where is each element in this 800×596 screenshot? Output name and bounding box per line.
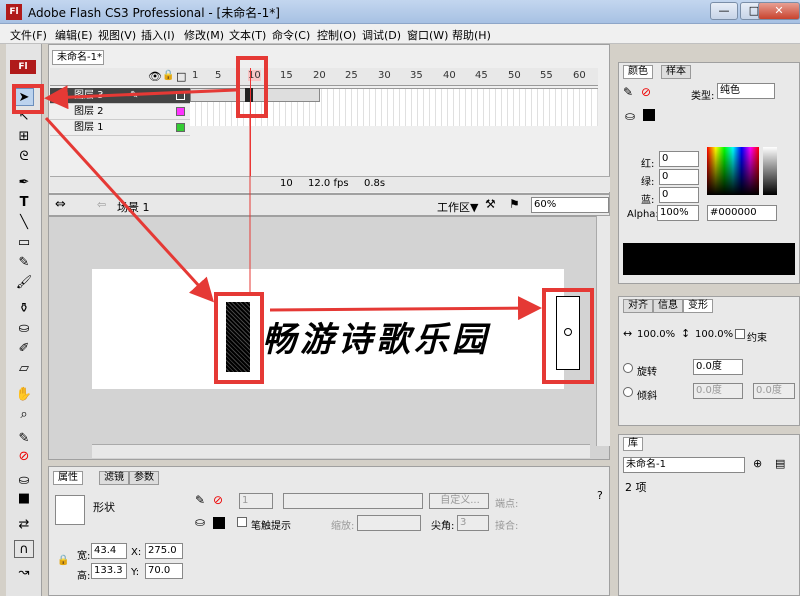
stroke-style-select[interactable]	[283, 493, 423, 509]
skew-h-input[interactable]: 0.0度	[693, 383, 743, 399]
scale-select[interactable]	[357, 515, 421, 531]
transform-panel: 对齐 信息 变形 ↔ 100.0% ↕ 100.0% 约束 旋转 0.0度 倾斜…	[618, 296, 800, 426]
help-icon[interactable]: ?	[597, 489, 603, 502]
y-label: Y:	[131, 567, 140, 578]
new-library-icon[interactable]: ▤	[775, 457, 785, 470]
skew-label: 倾斜	[637, 391, 657, 402]
endpoint-label: 端点:	[495, 499, 519, 510]
pin-icon[interactable]: ⊕	[753, 457, 762, 470]
blue-label: 蓝:	[641, 195, 655, 206]
stroke-none-icon[interactable]: ⊘	[641, 85, 651, 99]
custom-button[interactable]: 自定义...	[429, 493, 489, 509]
width-scale-value[interactable]: 100.0%	[637, 329, 675, 340]
item-count: 2 项	[625, 481, 647, 494]
tab-info[interactable]: 信息	[653, 299, 683, 313]
blue-input[interactable]: 0	[659, 187, 699, 203]
arrow-to-target	[269, 296, 542, 321]
width-scale-icon: ↔	[623, 327, 633, 340]
fill-color-swatch[interactable]	[213, 517, 225, 529]
sharp-input[interactable]: 3	[457, 515, 489, 531]
width-label: 宽:	[77, 551, 91, 562]
y-input[interactable]: 70.0	[145, 563, 183, 579]
red-input[interactable]: 0	[659, 151, 699, 167]
stroke-hint-label: 笔触提示	[251, 521, 291, 532]
shape-type-label: 形状	[93, 501, 115, 514]
sharp-label: 尖角:	[431, 521, 455, 532]
skew-radio[interactable]	[623, 387, 633, 397]
tab-color[interactable]: 颜色	[623, 65, 653, 79]
width-input[interactable]: 43.4	[91, 543, 127, 559]
color-spectrum[interactable]	[707, 147, 759, 195]
skew-v-input[interactable]: 0.0度	[753, 383, 795, 399]
fill-bucket-icon: ⛀	[195, 515, 206, 529]
tab-transform[interactable]: 变形	[683, 299, 713, 313]
tab-parameters[interactable]: 参数	[129, 471, 159, 485]
arrow-to-tool	[44, 85, 237, 110]
tab-swatches[interactable]: 样本	[661, 65, 691, 79]
tab-filters[interactable]: 滤镜	[99, 471, 129, 485]
constrain-label: 约束	[747, 333, 767, 344]
stroke-pencil-icon: ✎	[195, 493, 206, 507]
hex-input[interactable]: #000000	[707, 205, 777, 221]
tab-library[interactable]: 库	[623, 437, 643, 451]
shape-type-icon	[55, 495, 85, 525]
type-label: 类型:	[691, 91, 715, 102]
tab-properties[interactable]: 属性	[53, 471, 83, 485]
scale-label: 缩放:	[331, 521, 355, 532]
height-label: 高:	[77, 571, 91, 582]
rotate-input[interactable]: 0.0度	[693, 359, 743, 375]
height-input[interactable]: 133.3	[91, 563, 127, 579]
stroke-hint-checkbox[interactable]	[237, 517, 247, 527]
x-label: X:	[131, 547, 142, 558]
color-preview	[623, 243, 795, 275]
library-doc-select[interactable]: 未命名-1	[623, 457, 745, 473]
fill-bucket-icon[interactable]: ⛀	[625, 109, 635, 123]
arrow-to-shape	[44, 116, 215, 303]
rotate-label: 旋转	[637, 367, 657, 378]
x-input[interactable]: 275.0	[145, 543, 183, 559]
stroke-size-input[interactable]: 1	[239, 493, 273, 509]
height-scale-value[interactable]: 100.0%	[695, 329, 733, 340]
brightness-slider[interactable]	[763, 147, 777, 195]
constrain-checkbox[interactable]	[735, 329, 745, 339]
stroke-color-none-icon[interactable]: ⊘	[213, 493, 223, 507]
height-scale-icon: ↕	[681, 327, 691, 340]
rotate-radio[interactable]	[623, 363, 633, 373]
green-input[interactable]: 0	[659, 169, 699, 185]
library-panel: 库 未命名-1 ⊕ ▤ 2 项	[618, 434, 800, 596]
fill-type-select[interactable]: 纯色	[717, 83, 775, 99]
lock-ratio-icon[interactable]: 🔒	[57, 555, 69, 566]
properties-panel: 属性 滤镜 参数 形状 ✎ ⊘ 1 自定义... 端点: ⛀ 笔触提示 缩放: …	[48, 466, 610, 596]
fill-swatch[interactable]	[643, 109, 655, 121]
join-label: 接合:	[495, 521, 519, 532]
alpha-input[interactable]: 100%	[657, 205, 699, 221]
stroke-color-icon[interactable]: ✎	[623, 85, 633, 99]
tab-align[interactable]: 对齐	[623, 299, 653, 313]
green-label: 绿:	[641, 177, 655, 188]
alpha-label: Alpha:	[627, 209, 659, 220]
color-panel: 颜色 样本 ✎ ⊘ 类型: 纯色 ⛀ 红: 0 绿: 0 蓝: 0 Alpha:…	[618, 62, 800, 284]
red-label: 红:	[641, 159, 655, 170]
